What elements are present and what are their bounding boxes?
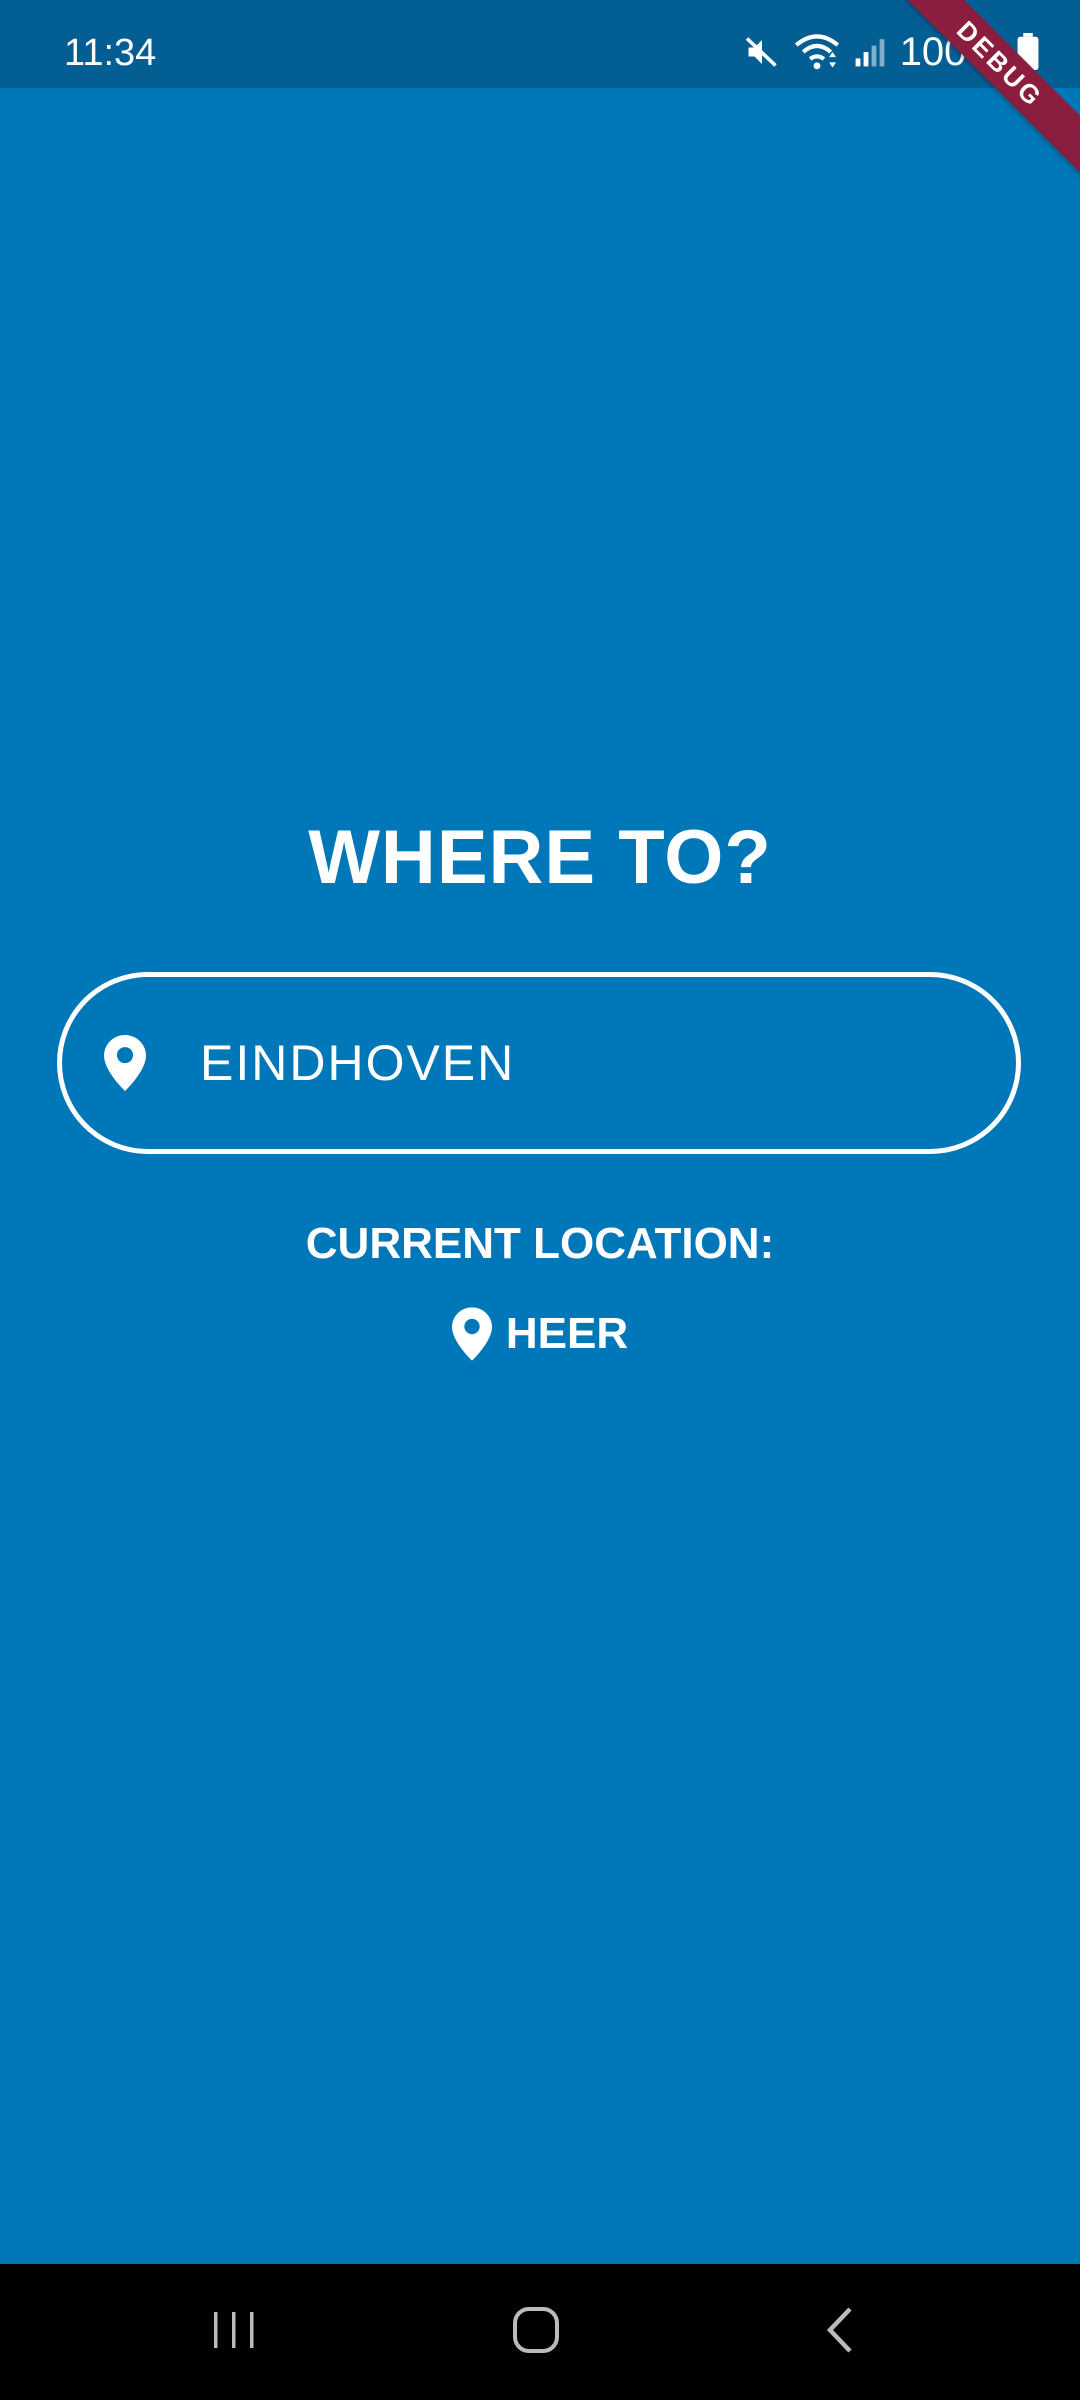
recents-icon — [210, 2308, 258, 2357]
home-icon — [511, 2305, 561, 2360]
mute-icon — [744, 34, 780, 70]
status-time: 11:34 — [64, 32, 157, 74]
current-location-label: CURRENT LOCATION: — [305, 1219, 775, 1268]
system-nav-bar — [0, 2264, 1080, 2400]
back-button[interactable] — [760, 2264, 920, 2400]
location-pin-icon — [104, 1034, 150, 1092]
signal-icon — [854, 36, 886, 68]
home-button[interactable] — [456, 2264, 616, 2400]
back-icon — [822, 2305, 858, 2360]
page-title: WHERE TO? — [308, 815, 772, 900]
battery-icon — [1016, 33, 1040, 71]
app-screen: 11:34 100% DEBUG WHERE TO? EINDHOVEN CUR… — [0, 0, 1080, 2400]
status-bar: 11:34 100% — [0, 0, 1080, 88]
battery-percent: 100% — [899, 30, 1002, 74]
status-icons: 100% — [744, 30, 1040, 74]
wifi-icon — [794, 33, 840, 71]
recents-button[interactable] — [154, 2264, 314, 2400]
current-location: HEER — [0, 1306, 1080, 1362]
destination-input-value[interactable]: EINDHOVEN — [200, 1038, 515, 1088]
location-pin-icon — [451, 1306, 494, 1362]
current-location-value: HEER — [505, 1309, 629, 1358]
destination-input[interactable]: EINDHOVEN — [57, 972, 1021, 1154]
